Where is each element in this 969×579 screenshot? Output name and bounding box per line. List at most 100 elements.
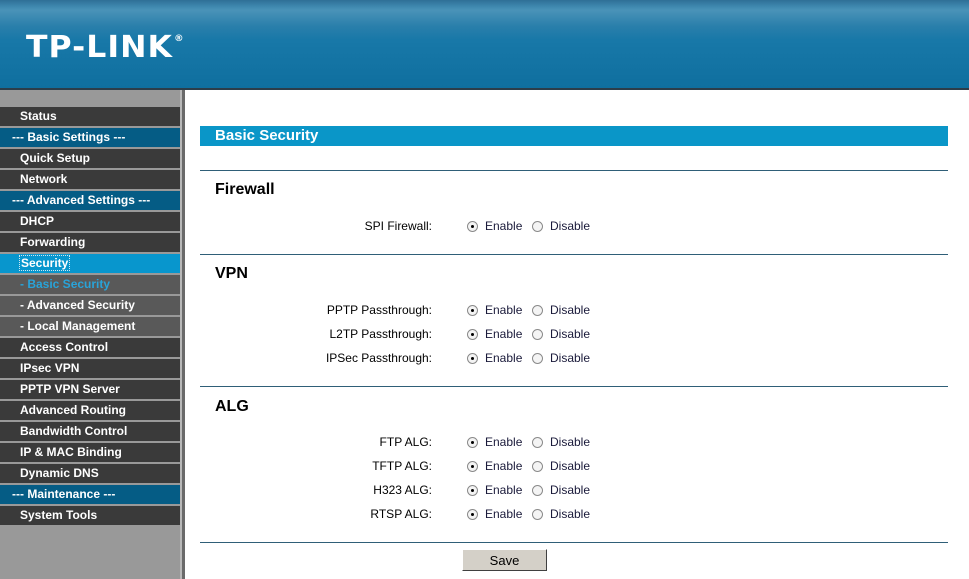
sidebar-item-label: System Tools: [20, 508, 98, 522]
sidebar-item-label: Quick Setup: [20, 151, 91, 165]
section-title-alg: ALG: [215, 398, 249, 415]
page-title: Basic Security: [200, 126, 948, 146]
setting-row-ftp-alg: FTP ALG: Enable Disable: [185, 433, 969, 451]
enable-label: Enable: [485, 351, 523, 365]
divider: [200, 170, 948, 171]
ftp-alg-enable-option[interactable]: Enable: [467, 435, 522, 449]
setting-row-h323-alg: H323 ALG: Enable Disable: [185, 481, 969, 499]
disable-label: Disable: [550, 459, 591, 473]
pptp-passthrough-enable-option[interactable]: Enable: [467, 303, 522, 317]
logo-text: TP-LINK: [26, 30, 174, 65]
rtsp-alg-enable-option[interactable]: Enable: [467, 507, 522, 521]
sidebar-item-label: --- Advanced Settings ---: [12, 193, 151, 207]
divider: [200, 386, 948, 387]
enable-label: Enable: [485, 435, 523, 449]
tftp-alg-disable-option[interactable]: Disable: [532, 459, 590, 473]
disable-radio[interactable]: [532, 460, 543, 472]
sidebar-group-advanced-settings: --- Advanced Settings ---: [0, 191, 180, 210]
sidebar-item-forwarding[interactable]: Forwarding: [0, 233, 180, 252]
ipsec-passthrough-disable-option[interactable]: Disable: [532, 351, 590, 365]
registered-mark: ®: [174, 34, 185, 44]
sidebar-item-dynamic-dns[interactable]: Dynamic DNS: [0, 464, 180, 483]
disable-label: Disable: [550, 351, 591, 365]
disable-label: Disable: [550, 327, 591, 341]
sidebar-item-label: - Basic Security: [20, 277, 111, 291]
sidebar-item-label: --- Basic Settings ---: [12, 130, 126, 144]
divider: [200, 542, 948, 543]
disable-radio[interactable]: [532, 352, 543, 364]
tftp-alg-enable-option[interactable]: Enable: [467, 459, 522, 473]
l2tp-passthrough-disable-option[interactable]: Disable: [532, 327, 590, 341]
setting-row-rtsp-alg: RTSP ALG: Enable Disable: [185, 505, 969, 523]
sidebar-item-status[interactable]: Status: [0, 107, 180, 126]
sidebar-item-ip-mac-binding[interactable]: IP & MAC Binding: [0, 443, 180, 462]
tp-link-logo: TP-LINK®: [26, 30, 185, 65]
sidebar-item-label: Advanced Routing: [20, 403, 127, 417]
enable-radio[interactable]: [467, 352, 478, 364]
sidebar-item-label: IPsec VPN: [20, 361, 80, 375]
enable-label: Enable: [485, 327, 523, 341]
pptp-passthrough-disable-option[interactable]: Disable: [532, 303, 590, 317]
section-title-firewall: Firewall: [215, 181, 275, 198]
enable-radio[interactable]: [467, 220, 478, 232]
sidebar-item-label: PPTP VPN Server: [20, 382, 120, 396]
sidebar-item-ipsec-vpn[interactable]: IPsec VPN: [0, 359, 180, 378]
disable-radio[interactable]: [532, 508, 543, 520]
enable-radio[interactable]: [467, 460, 478, 472]
enable-radio[interactable]: [467, 304, 478, 316]
sidebar-item-label: Security: [18, 255, 71, 271]
disable-radio[interactable]: [532, 304, 543, 316]
setting-row-tftp-alg: TFTP ALG: Enable Disable: [185, 457, 969, 475]
spi-firewall-enable-option[interactable]: Enable: [467, 219, 522, 233]
spi-firewall-disable-option[interactable]: Disable: [532, 219, 590, 233]
enable-label: Enable: [485, 507, 523, 521]
setting-row-pptp-passthrough: PPTP Passthrough: Enable Disable: [185, 301, 969, 319]
setting-row-ipsec-passthrough: IPSec Passthrough: Enable Disable: [185, 349, 969, 367]
ipsec-passthrough-enable-option[interactable]: Enable: [467, 351, 522, 365]
sidebar-item-label: DHCP: [20, 214, 55, 228]
sidebar-item-label: IP & MAC Binding: [20, 445, 122, 459]
enable-radio[interactable]: [467, 328, 478, 340]
h323-alg-disable-option[interactable]: Disable: [532, 483, 590, 497]
setting-label: H323 ALG:: [373, 483, 432, 497]
sidebar-item-access-control[interactable]: Access Control: [0, 338, 180, 357]
save-button[interactable]: Save: [462, 549, 547, 571]
sidebar-group-maintenance: --- Maintenance ---: [0, 485, 180, 504]
enable-label: Enable: [485, 483, 523, 497]
sidebar-item-local-management[interactable]: - Local Management: [0, 317, 180, 336]
sidebar-item-advanced-security[interactable]: - Advanced Security: [0, 296, 180, 315]
disable-radio[interactable]: [532, 436, 543, 448]
l2tp-passthrough-enable-option[interactable]: Enable: [467, 327, 522, 341]
sidebar-item-advanced-routing[interactable]: Advanced Routing: [0, 401, 180, 420]
nav-list: Status --- Basic Settings --- Quick Setup N…: [0, 107, 180, 525]
disable-radio[interactable]: [532, 220, 543, 232]
main-content: Basic Security Firewall SPI Firewall: Ena…: [185, 92, 969, 579]
enable-radio[interactable]: [467, 508, 478, 520]
rtsp-alg-disable-option[interactable]: Disable: [532, 507, 590, 521]
disable-radio[interactable]: [532, 484, 543, 496]
sidebar-item-bandwidth-control[interactable]: Bandwidth Control: [0, 422, 180, 441]
sidebar-item-label: Access Control: [20, 340, 109, 354]
enable-radio[interactable]: [467, 484, 478, 496]
sidebar-item-basic-security[interactable]: - Basic Security: [0, 275, 180, 294]
divider: [200, 254, 948, 255]
section-title-vpn: VPN: [215, 265, 248, 282]
sidebar-item-pptp-vpn-server[interactable]: PPTP VPN Server: [0, 380, 180, 399]
sidebar-item-system-tools[interactable]: System Tools: [0, 506, 180, 525]
sidebar-item-label: - Local Management: [20, 319, 136, 333]
enable-label: Enable: [485, 459, 523, 473]
sidebar-item-network[interactable]: Network: [0, 170, 180, 189]
ftp-alg-disable-option[interactable]: Disable: [532, 435, 590, 449]
sidebar-item-label: Forwarding: [20, 235, 86, 249]
sidebar-item-quick-setup[interactable]: Quick Setup: [0, 149, 180, 168]
sidebar-item-security[interactable]: Security: [0, 254, 180, 273]
h323-alg-enable-option[interactable]: Enable: [467, 483, 522, 497]
sidebar-item-dhcp[interactable]: DHCP: [0, 212, 180, 231]
disable-radio[interactable]: [532, 328, 543, 340]
sidebar-item-label: Dynamic DNS: [20, 466, 99, 480]
sidebar-item-label: Bandwidth Control: [20, 424, 128, 438]
sidebar-item-label: Status: [20, 109, 57, 123]
setting-label: RTSP ALG:: [370, 507, 432, 521]
enable-radio[interactable]: [467, 436, 478, 448]
sidebar-group-basic-settings: --- Basic Settings ---: [0, 128, 180, 147]
